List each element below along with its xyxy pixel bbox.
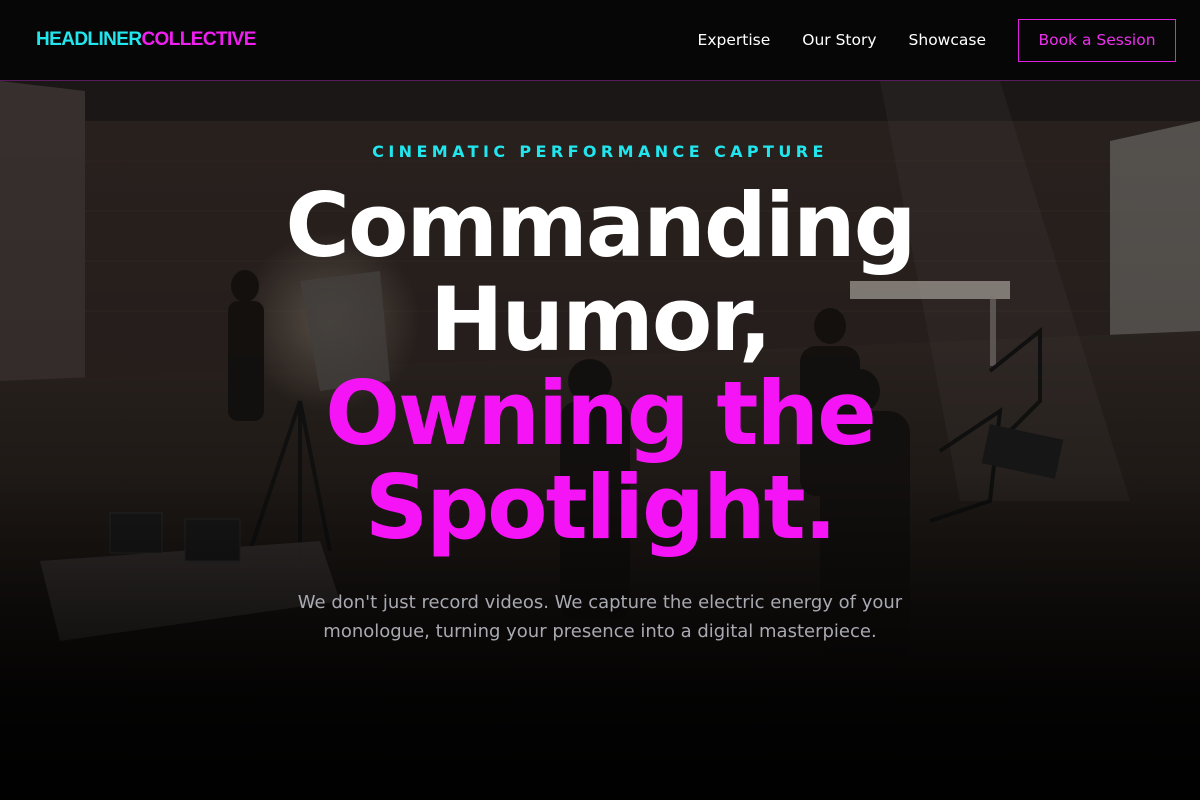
headline-line-2: Humor, <box>429 268 772 371</box>
brand-logo[interactable]: HEADLINERCOLLECTIVE <box>36 29 256 51</box>
headline-line-4: Spotlight. <box>364 456 837 559</box>
hero-subtext: We don't just record videos. We capture … <box>297 592 903 642</box>
main-nav: Expertise Our Story Showcase Book a Sess… <box>666 18 1176 62</box>
hero-section: CINEMATIC PERFORMANCE CAPTURE Commanding… <box>0 81 1200 800</box>
nav-link-showcase[interactable]: Showcase <box>909 31 986 49</box>
headline-line-1: Commanding <box>285 174 916 277</box>
nav-link-expertise[interactable]: Expertise <box>698 31 771 49</box>
hero-eyebrow: CINEMATIC PERFORMANCE CAPTURE <box>372 142 828 161</box>
hero-content: CINEMATIC PERFORMANCE CAPTURE Commanding… <box>0 81 1200 800</box>
book-session-button[interactable]: Book a Session <box>1018 18 1176 62</box>
logo-text-headliner: HEADLINER <box>36 29 142 50</box>
headline-line-3: Owning the <box>325 362 877 465</box>
hero-headline: Commanding Humor, Owning the Spotlight. <box>0 179 1200 555</box>
site-header: HEADLINERCOLLECTIVE Expertise Our Story … <box>0 0 1200 81</box>
nav-link-our-story[interactable]: Our Story <box>802 31 876 49</box>
logo-text-collective: COLLECTIVE <box>141 29 256 50</box>
